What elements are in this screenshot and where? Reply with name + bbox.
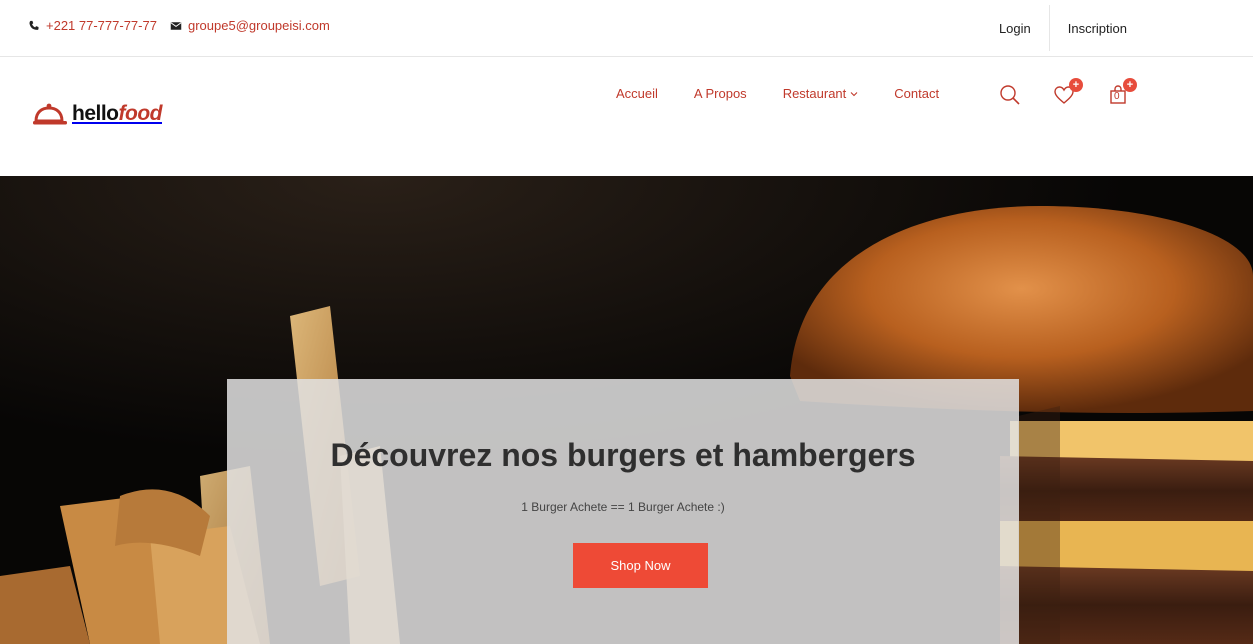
top-bar: +221 77-777-77-77 groupe5@groupeisi.com … — [0, 0, 1253, 57]
main-nav: Accueil A Propos Restaurant Contact — [616, 86, 939, 101]
main-header: hellofood Accueil A Propos Restaurant Co… — [0, 57, 1253, 176]
nav-restaurant-label: Restaurant — [782, 86, 847, 101]
envelope-icon — [170, 21, 182, 30]
cloche-logo-icon — [33, 103, 67, 125]
hero-subtitle: 1 Burger Achete == 1 Burger Achete :) — [521, 500, 725, 514]
wishlist-badge: + — [1069, 78, 1083, 92]
shop-now-button[interactable]: Shop Now — [573, 543, 708, 588]
hero-banner: Découvrez nos burgers et hambergers 1 Bu… — [0, 176, 1253, 644]
logo[interactable]: hellofood — [32, 101, 163, 127]
contact-phone: +221 77-777-77-77 — [28, 18, 157, 33]
email-address: groupe5@groupeisi.com — [188, 18, 330, 33]
signup-link[interactable]: Inscription — [1050, 5, 1145, 51]
auth-links: Login Inscription — [981, 0, 1253, 56]
search-icon[interactable] — [999, 84, 1021, 106]
nav-home[interactable]: Accueil — [616, 86, 658, 101]
hero-title: Découvrez nos burgers et hambergers — [330, 437, 916, 473]
cart-badge: + — [1123, 78, 1137, 92]
logo-text: hellofood — [72, 102, 163, 126]
chevron-down-icon — [850, 91, 858, 96]
logo-food: food — [118, 102, 163, 125]
wishlist-button[interactable]: + — [1053, 78, 1083, 106]
login-link[interactable]: Login — [981, 5, 1050, 51]
cart-count: 0 — [1114, 91, 1120, 102]
hero-content-box: Découvrez nos burgers et hambergers 1 Bu… — [227, 379, 1019, 644]
phone-icon — [29, 20, 39, 30]
logo-hello: hello — [72, 102, 119, 125]
nav-about[interactable]: A Propos — [694, 86, 747, 101]
nav-contact[interactable]: Contact — [894, 86, 939, 101]
cart-button[interactable]: 0 + — [1107, 78, 1137, 106]
phone-number: +221 77-777-77-77 — [46, 18, 157, 33]
nav-restaurant[interactable]: Restaurant — [783, 86, 859, 101]
contact-email: groupe5@groupeisi.com — [170, 18, 330, 33]
